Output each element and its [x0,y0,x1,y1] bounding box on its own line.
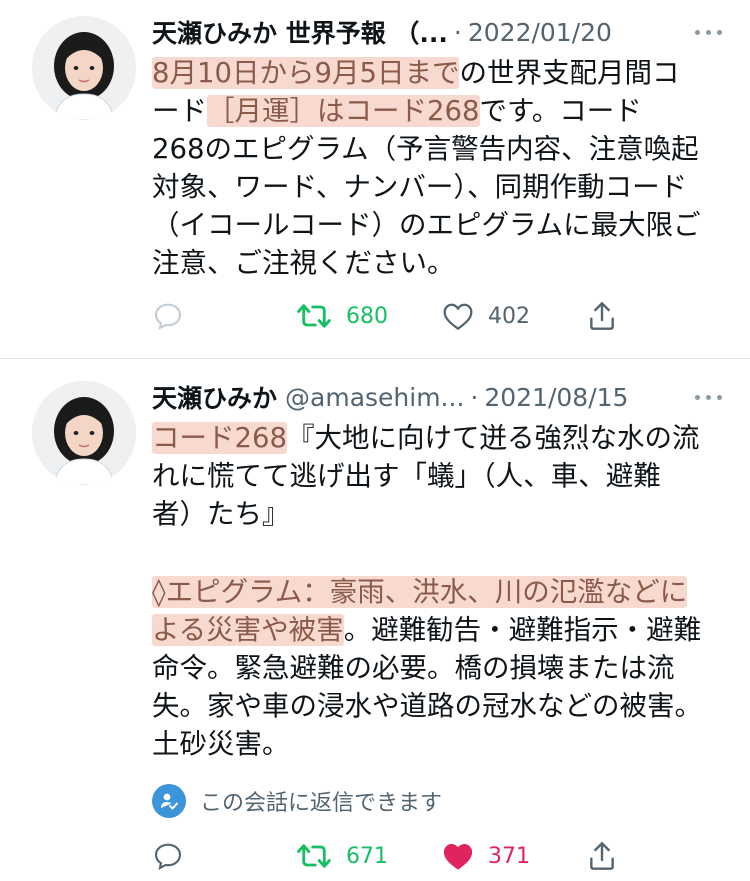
tweet-2[interactable]: 天瀬ひみか @amasehim... · 2021/08/15 コード268『大… [0,359,750,881]
text-line: 失。家や車の浸水や道路の冠水などの被害。 [152,687,724,725]
text-line: 者）たち』 [152,495,724,533]
avatar[interactable] [32,381,136,485]
retweet-button[interactable]: 680 [296,294,388,338]
tweet-header: 天瀬ひみか 世界予報 （... · 2022/01/20 [152,14,724,50]
text-line: 8月10日から9月5日までの世界支配月間コ [152,54,724,92]
separator: · [470,382,479,412]
tweet-text: コード268『大地に向けて迸る強烈な水の流 れに慌てて逃げ出す「蟻」（人、車、避難… [152,419,724,763]
reply-button[interactable] [152,294,198,338]
text-segment: 対象、ワード、ナンバー）、同期作動コード [152,171,688,203]
share-icon [590,302,614,330]
like-count: 402 [488,303,530,329]
author-name[interactable]: 天瀬ひみか 世界予報 （... [152,14,448,50]
tweet-actions: 671 371 [152,834,632,878]
retweet-count: 680 [346,303,388,329]
text-segment: 注意、ご注視ください。 [152,247,455,279]
like-button[interactable]: 371 [442,834,530,878]
separator: · [453,17,462,47]
tweet-1[interactable]: 天瀬ひみか 世界予報 （... · 2022/01/20 8月10日から9月5日… [0,0,750,358]
text-segment: れに慌てて逃げ出す「蟻」（人、車、避難 [152,460,661,492]
heart-icon [443,843,473,870]
more-icon[interactable] [693,394,724,400]
like-button[interactable]: 402 [442,294,530,338]
text-line: 268のエピグラム（予言警告内容、注意喚起 [152,130,724,168]
share-icon [590,842,614,870]
text-line: （イコールコード）のエピグラムに最大限ご [152,206,724,244]
share-button[interactable] [586,294,618,338]
retweet-icon [297,304,331,328]
author-handle[interactable]: @amasehim... [285,383,464,412]
text-segment: 土砂災害。 [152,728,290,760]
highlighted-text: 8月10日から9月5日まで [152,57,460,89]
text-line: 土砂災害。 [152,725,724,763]
highlighted-text: ［月運］はコード268 [207,95,480,127]
highlighted-text: ◊エピグラム：豪雨、洪水、川の氾濫などに [152,576,688,608]
share-button[interactable] [586,834,618,878]
tweet-actions: 680 402 [152,294,632,338]
highlighted-text: コード268 [152,422,287,454]
reply-notice-text: この会話に返信できます [200,791,443,816]
text-segment: ード [152,95,207,127]
text-line: ード［月運］はコード268です。コード [152,92,724,130]
tweet-date[interactable]: 2022/01/20 [468,18,612,47]
person-check-icon [152,784,186,818]
avatar[interactable] [32,16,136,120]
like-count: 371 [488,843,530,869]
reply-icon [154,303,182,331]
text-line: 対象、ワード、ナンバー）、同期作動コード [152,168,724,206]
text-segment: （イコールコード）のエピグラムに最大限ご [152,209,701,241]
text-segment: の世界支配月間コ [459,57,680,89]
retweet-count: 671 [346,843,388,869]
text-segment: 。避難勧告・避難指示・避難 [343,614,702,646]
text-segment: 『大地に向けて迸る強烈な水の流 [287,422,700,454]
text-segment: 者）たち』 [152,498,290,530]
tweet-date[interactable]: 2021/08/15 [484,383,628,412]
reply-button[interactable] [152,834,198,878]
highlighted-text: よる災害や被害 [152,614,344,646]
tweet-header: 天瀬ひみか @amasehim... · 2021/08/15 [152,379,724,415]
text-line: コード268『大地に向けて迸る強烈な水の流 [152,419,724,457]
reply-icon [154,843,182,871]
retweet-icon [297,844,331,868]
author-name[interactable]: 天瀬ひみか [152,379,277,415]
reply-restriction-notice: この会話に返信できます [152,783,442,819]
retweet-button[interactable]: 671 [296,834,388,878]
text-segment: です。コード [479,95,642,127]
text-line: よる災害や被害。避難勧告・避難指示・避難 [152,611,724,649]
text-line: ◊エピグラム：豪雨、洪水、川の氾濫などに [152,573,724,611]
text-line: れに慌てて逃げ出す「蟻」（人、車、避難 [152,457,724,495]
heart-icon [443,303,473,331]
text-segment: 失。家や車の浸水や道路の冠水などの被害。 [152,690,702,722]
text-line: 注意、ご注視ください。 [152,244,724,282]
text-segment: 268のエピグラム（予言警告内容、注意喚起 [152,133,699,165]
text-line: 命令。緊急避難の必要。橋の損壊または流 [152,649,724,687]
more-icon[interactable] [693,29,724,35]
tweet-text: 8月10日から9月5日までの世界支配月間コ ード［月運］はコード268です。コード… [152,54,724,282]
text-segment: 命令。緊急避難の必要。橋の損壊または流 [152,652,675,684]
